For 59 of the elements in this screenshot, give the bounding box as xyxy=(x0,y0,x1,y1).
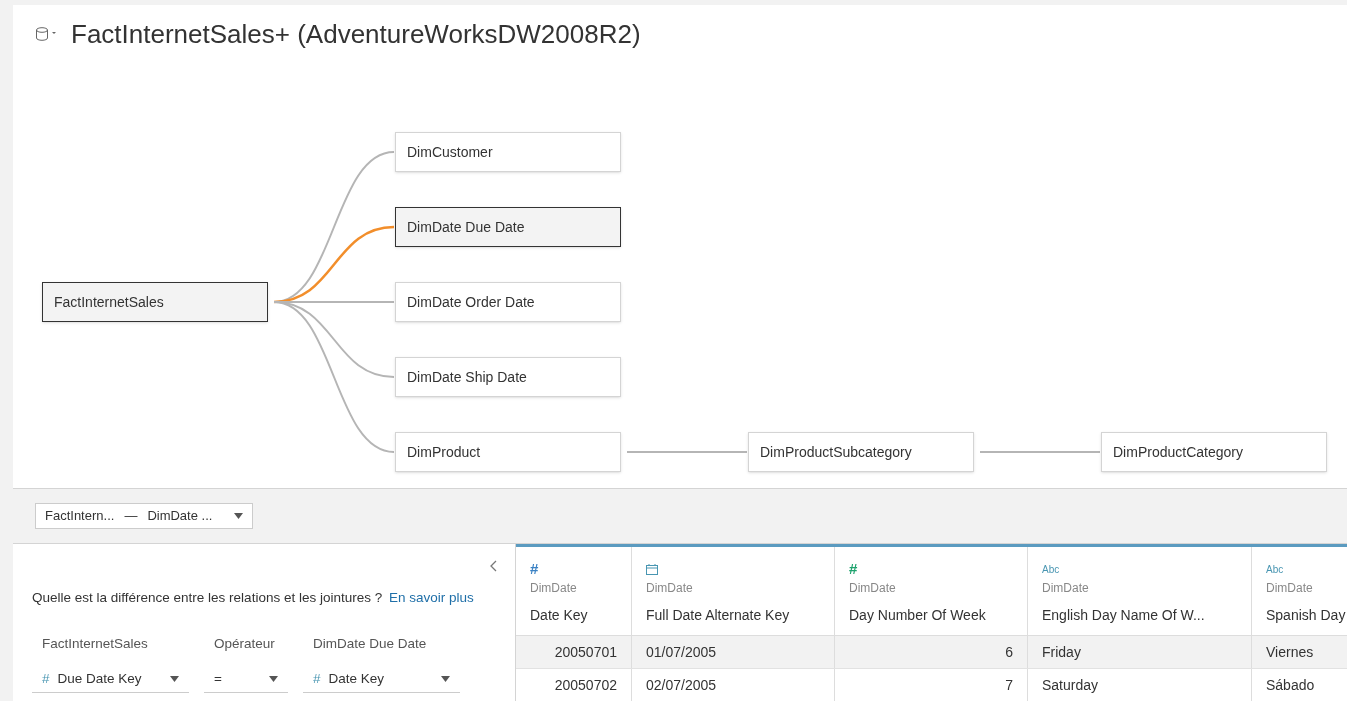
join-field-dropdown[interactable]: # Due Date Key xyxy=(32,666,189,693)
table-node[interactable]: DimDate Order Date xyxy=(395,282,621,322)
string-type-glyph: Abc xyxy=(1042,562,1060,577)
join-column-header: DimDate Due Date xyxy=(312,635,428,654)
table-cell-text: 02/07/2005 xyxy=(646,675,717,695)
column-source: DimDate xyxy=(849,580,897,597)
data-row[interactable]: 20050701 01/07/2005 6 Friday Viernes xyxy=(516,636,1347,669)
table-node[interactable]: DimDate Ship Date xyxy=(395,357,621,397)
table-node[interactable]: DimDate Due Date xyxy=(395,207,621,247)
caret-icon xyxy=(269,676,278,682)
table-node[interactable]: DimCustomer xyxy=(395,132,621,172)
column-source: DimDate xyxy=(1266,580,1314,597)
database-icon[interactable] xyxy=(35,27,57,41)
table-node[interactable]: DimProductSubcategory xyxy=(748,432,974,472)
table-cell-text: Viernes xyxy=(1266,642,1314,662)
column-name: English Day Name Of W... xyxy=(1042,606,1206,625)
table-cell-text: Friday xyxy=(1042,642,1081,662)
calendar-icon xyxy=(646,563,658,575)
join-column-header: Opérateur xyxy=(213,635,276,654)
number-type-glyph: # xyxy=(849,558,858,579)
table-node[interactable]: DimProductCategory xyxy=(1101,432,1327,472)
join-column-header: FactInternetSales xyxy=(41,635,149,654)
join-field-dropdown[interactable]: # Date Key xyxy=(303,666,460,693)
column-name: Full Date Alternate Key xyxy=(646,606,791,625)
column-name: Spanish Day xyxy=(1266,606,1347,625)
right-table-label: DimDate ... xyxy=(147,507,213,526)
column-source: DimDate xyxy=(530,580,578,597)
field-value: = xyxy=(214,669,222,688)
column-name: Day Number Of Week xyxy=(849,606,987,625)
data-source-title: FactInternetSales+ (AdventureWorksDW2008R2) xyxy=(71,17,641,51)
table-node[interactable]: DimProduct xyxy=(395,432,621,472)
column-name: Date Key xyxy=(530,606,589,625)
column-source: DimDate xyxy=(646,580,694,597)
table-cell-text: 7 xyxy=(1005,675,1013,695)
separator-dash: — xyxy=(124,507,138,526)
table-cell-text: 6 xyxy=(1005,642,1013,662)
table-cell-text: 20050701 xyxy=(554,642,617,662)
caret-icon xyxy=(234,513,244,519)
left-table-label: FactIntern... xyxy=(45,507,115,526)
relationship-dropdown[interactable]: FactIntern... — DimDate ... xyxy=(35,503,254,529)
learn-more-link[interactable]: En savoir plus xyxy=(388,590,474,605)
collapse-chevron-icon[interactable] xyxy=(490,560,497,572)
table-cell-text: Sábado xyxy=(1266,675,1315,695)
number-type-icon: # xyxy=(42,668,50,690)
caret-icon xyxy=(170,676,179,682)
relations-question: Quelle est la différence entre les relations et les jointures ? xyxy=(32,590,383,605)
field-value: Due Date Key xyxy=(57,669,142,688)
table-cell-text: 01/07/2005 xyxy=(646,642,717,662)
string-type-glyph: Abc xyxy=(1266,562,1284,577)
column-source: DimDate xyxy=(1042,580,1090,597)
table-cell-text: Saturday xyxy=(1042,675,1099,695)
field-value: Date Key xyxy=(328,669,385,688)
table-node[interactable]: FactInternetSales xyxy=(42,282,268,322)
caret-icon xyxy=(441,676,450,682)
number-type-glyph: # xyxy=(530,558,539,579)
relationship-line[interactable] xyxy=(273,301,395,453)
join-field-dropdown[interactable]: = xyxy=(204,666,288,693)
number-type-icon: # xyxy=(313,668,321,690)
table-cell-text: 20050702 xyxy=(554,675,617,695)
